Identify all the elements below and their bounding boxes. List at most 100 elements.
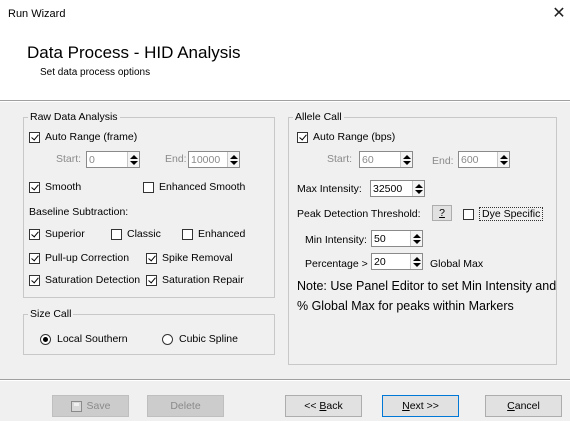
- delete-button[interactable]: Delete: [147, 395, 224, 417]
- checkbox-box[interactable]: [146, 252, 157, 264]
- window-title: Run Wizard: [8, 8, 66, 20]
- page-subtitle: Set data process options: [40, 67, 151, 78]
- spike-removal-checkbox[interactable]: Spike Removal: [146, 252, 233, 264]
- smooth-checkbox[interactable]: Smooth: [29, 181, 81, 193]
- next-rest: ext >>: [409, 400, 439, 412]
- next-button[interactable]: Next >>: [382, 395, 459, 417]
- max-intensity-input[interactable]: [371, 181, 412, 196]
- enhanced-label: Enhanced: [198, 228, 246, 240]
- cubic-spline-radio[interactable]: Cubic Spline: [162, 333, 238, 345]
- end-frame-stepper[interactable]: [188, 151, 240, 168]
- saturation-repair-checkbox[interactable]: Saturation Repair: [146, 274, 244, 286]
- pullup-correction-label: Pull-up Correction: [45, 252, 130, 264]
- classic-label: Classic: [127, 228, 161, 240]
- panel-editor-note: Note: Use Panel Editor to set Min Intens…: [297, 279, 557, 313]
- raw-data-analysis-legend: Raw Data Analysis: [30, 111, 118, 123]
- spike-removal-label: Spike Removal: [162, 252, 233, 264]
- checkbox-box[interactable]: [111, 228, 122, 240]
- dye-specific-label: Dye Specific: [479, 207, 544, 221]
- min-intensity-label: Min Intensity:: [305, 234, 367, 246]
- checkbox-box[interactable]: [29, 181, 40, 193]
- back-button[interactable]: << Back: [285, 395, 362, 417]
- delete-label: Delete: [170, 400, 201, 412]
- start-frame-input[interactable]: [87, 152, 127, 167]
- peak-detection-threshold-label: Peak Detection Threshold:: [297, 208, 421, 220]
- dye-specific-checkbox[interactable]: Dye Specific: [463, 207, 544, 221]
- min-intensity-input[interactable]: [372, 231, 410, 246]
- percentage-stepper[interactable]: [371, 253, 423, 270]
- end-frame-spin-buttons[interactable]: [227, 152, 239, 167]
- save-label: Save: [86, 400, 111, 412]
- checkbox-box[interactable]: [182, 228, 193, 240]
- min-intensity-spin-buttons[interactable]: [410, 231, 422, 246]
- checkbox-box[interactable]: [146, 274, 157, 286]
- end-label: End:: [165, 153, 187, 165]
- size-call-group: Size Call: [23, 308, 275, 355]
- radio-circle[interactable]: [40, 333, 51, 345]
- allele-end-label: End:: [432, 155, 454, 167]
- next-accesskey: N: [402, 400, 410, 412]
- allele-end-spin-buttons[interactable]: [497, 152, 509, 167]
- back-rest: ack: [326, 400, 343, 412]
- size-call-legend: Size Call: [30, 308, 72, 320]
- max-intensity-stepper[interactable]: [370, 180, 425, 197]
- checkbox-box[interactable]: [143, 181, 154, 193]
- superior-label: Superior: [45, 228, 85, 240]
- checkbox-box[interactable]: [29, 274, 40, 286]
- save-icon: [70, 400, 82, 412]
- saturation-detection-label: Saturation Detection: [45, 274, 141, 286]
- percentage-input[interactable]: [372, 254, 410, 269]
- enhanced-smooth-checkbox[interactable]: Enhanced Smooth: [143, 181, 245, 193]
- close-icon[interactable]: ✕: [550, 4, 568, 24]
- checkbox-box[interactable]: [29, 131, 40, 143]
- allele-start-stepper[interactable]: [359, 151, 413, 168]
- checkbox-box[interactable]: [463, 208, 474, 220]
- saturation-detection-checkbox[interactable]: Saturation Detection: [29, 274, 140, 286]
- allele-call-legend: Allele Call: [295, 111, 342, 123]
- checkbox-box[interactable]: [297, 131, 308, 143]
- checkbox-box[interactable]: [29, 252, 40, 264]
- back-prefix: <<: [304, 400, 320, 412]
- allele-end-input[interactable]: [459, 152, 497, 167]
- auto-range-bps-checkbox[interactable]: Auto Range (bps): [297, 131, 395, 143]
- allele-end-stepper[interactable]: [458, 151, 510, 168]
- auto-range-frame-checkbox[interactable]: Auto Range (frame): [29, 131, 137, 143]
- auto-range-frame-label: Auto Range (frame): [45, 131, 138, 143]
- pullup-correction-checkbox[interactable]: Pull-up Correction: [29, 252, 129, 264]
- smooth-label: Smooth: [45, 181, 82, 193]
- max-intensity-spin-buttons[interactable]: [412, 181, 424, 196]
- start-frame-spin-buttons[interactable]: [127, 152, 139, 167]
- superior-checkbox[interactable]: Superior: [29, 228, 85, 240]
- enhanced-smooth-label: Enhanced Smooth: [159, 181, 246, 193]
- end-frame-input[interactable]: [189, 152, 227, 167]
- cancel-button[interactable]: Cancel: [485, 395, 562, 417]
- allele-start-spin-buttons[interactable]: [400, 152, 412, 167]
- options-area: Raw Data Analysis Auto Range (frame) Sta…: [0, 102, 570, 379]
- percentage-spin-buttons[interactable]: [410, 254, 422, 269]
- allele-start-input[interactable]: [360, 152, 400, 167]
- min-intensity-stepper[interactable]: [371, 230, 423, 247]
- help-button[interactable]: ?: [432, 205, 452, 221]
- saturation-repair-label: Saturation Repair: [162, 274, 244, 286]
- start-label: Start:: [56, 153, 82, 165]
- classic-checkbox[interactable]: Classic: [111, 228, 161, 240]
- cancel-rest: ancel: [514, 400, 540, 412]
- save-button[interactable]: Save: [52, 395, 129, 417]
- back-accesskey: B: [319, 400, 327, 412]
- cubic-spline-label: Cubic Spline: [179, 333, 238, 345]
- start-frame-stepper[interactable]: [86, 151, 140, 168]
- global-max-label: Global Max: [430, 258, 484, 270]
- checkbox-box[interactable]: [29, 228, 40, 240]
- wizard-footer: Save Delete << Back Next >> Cancel: [0, 381, 570, 421]
- percentage-label: Percentage >: [305, 258, 368, 270]
- page-title: Data Process - HID Analysis: [27, 43, 241, 62]
- radio-circle[interactable]: [162, 333, 173, 345]
- cancel-accesskey: C: [507, 400, 515, 412]
- local-southern-label: Local Southern: [57, 333, 128, 345]
- local-southern-radio[interactable]: Local Southern: [40, 333, 128, 345]
- allele-start-label: Start:: [327, 153, 353, 165]
- max-intensity-label: Max Intensity:: [297, 183, 362, 195]
- enhanced-checkbox[interactable]: Enhanced: [182, 228, 245, 240]
- baseline-subtraction-label: Baseline Subtraction:: [29, 206, 129, 218]
- title-bar: Run Wizard ✕: [0, 0, 570, 30]
